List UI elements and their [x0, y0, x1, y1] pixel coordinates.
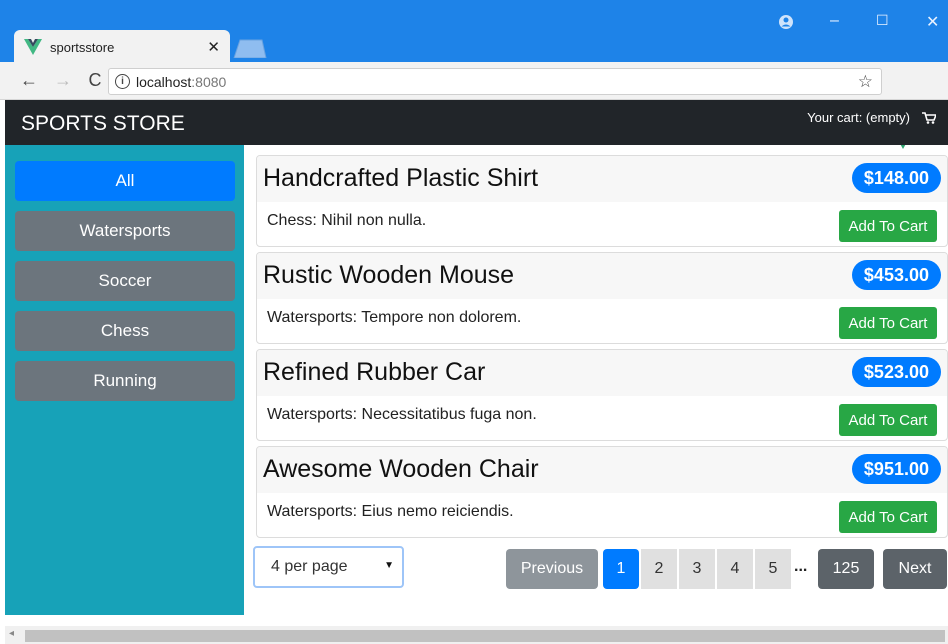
- product-name: Awesome Wooden Chair: [263, 455, 539, 483]
- tab-title: sportsstore: [50, 39, 115, 55]
- scroll-left-arrow-icon[interactable]: ◂: [9, 628, 14, 639]
- forward-arrow-icon[interactable]: →: [50, 70, 76, 91]
- browser-titlebar: sportsstore ✕ – ☐ ✕: [0, 0, 948, 64]
- product-description: Chess: Nihil non nulla.: [267, 212, 427, 229]
- page-button-5[interactable]: 5: [755, 549, 791, 589]
- reload-icon[interactable]: C: [82, 70, 108, 91]
- app-navbar: SPORTS STORE Your cart: (empty): [5, 100, 948, 145]
- category-button-soccer[interactable]: Soccer: [15, 261, 235, 301]
- add-to-cart-button[interactable]: Add To Cart: [839, 404, 937, 436]
- maximize-button[interactable]: ☐: [876, 12, 889, 29]
- cart-summary[interactable]: Your cart: (empty): [807, 110, 936, 125]
- brand-title: SPORTS STORE: [21, 112, 185, 135]
- horizontal-scrollbar[interactable]: ◂: [5, 626, 948, 644]
- page-size-select[interactable]: 4 per page ▼: [253, 546, 404, 588]
- price-badge: $523.00: [851, 357, 941, 387]
- product-name: Handcrafted Plastic Shirt: [263, 164, 539, 192]
- price-badge: $951.00: [851, 454, 941, 484]
- bookmark-star-icon[interactable]: ☆: [858, 72, 873, 92]
- new-tab-button[interactable]: [232, 38, 268, 58]
- minimize-button[interactable]: –: [830, 12, 839, 30]
- product-name: Refined Rubber Car: [263, 358, 486, 386]
- close-window-button[interactable]: ✕: [926, 12, 939, 32]
- product-card: Refined Rubber Car $523.00 Watersports: …: [256, 349, 948, 441]
- product-card: Handcrafted Plastic Shirt $148.00 Chess:…: [256, 155, 948, 247]
- vue-logo-icon: [24, 39, 42, 55]
- cart-status-text: Your cart: (empty): [807, 110, 910, 125]
- url-host: localhost: [136, 73, 192, 90]
- category-button-chess[interactable]: Chess: [15, 311, 235, 351]
- add-to-cart-button[interactable]: Add To Cart: [839, 210, 937, 242]
- category-sidebar: All Watersports Soccer Chess Running: [5, 145, 244, 615]
- next-page-button[interactable]: Next: [883, 549, 947, 589]
- product-description: Watersports: Tempore non dolorem.: [267, 309, 522, 326]
- price-badge: $148.00: [851, 163, 941, 193]
- profile-icon[interactable]: [778, 14, 794, 30]
- tab-close-icon[interactable]: ✕: [207, 38, 220, 56]
- caret-down-icon: ▼: [384, 560, 394, 571]
- page-button-1[interactable]: 1: [603, 549, 639, 589]
- category-button-watersports[interactable]: Watersports: [15, 211, 235, 251]
- page-button-2[interactable]: 2: [641, 549, 677, 589]
- info-icon[interactable]: i: [115, 74, 130, 89]
- previous-page-button[interactable]: Previous: [506, 549, 598, 589]
- page-button-4[interactable]: 4: [717, 549, 753, 589]
- product-name: Rustic Wooden Mouse: [263, 261, 515, 289]
- browser-tab[interactable]: sportsstore ✕: [14, 30, 230, 64]
- category-button-running[interactable]: Running: [15, 361, 235, 401]
- page-button-3[interactable]: 3: [679, 549, 715, 589]
- url-input[interactable]: i localhost :8080 ☆: [108, 68, 882, 95]
- add-to-cart-button[interactable]: Add To Cart: [839, 307, 937, 339]
- shopping-cart-icon: [922, 111, 936, 124]
- url-port: :8080: [191, 73, 227, 90]
- back-arrow-icon[interactable]: ←: [16, 70, 42, 91]
- page-size-value: 4 per page: [271, 558, 348, 575]
- product-description: Watersports: Eius nemo reiciendis.: [267, 503, 514, 520]
- address-bar: ← → C i localhost :8080 ☆ ⋮: [0, 62, 948, 149]
- product-card: Awesome Wooden Chair $951.00 Watersports…: [256, 446, 948, 538]
- page-button-125[interactable]: 125: [818, 549, 874, 589]
- product-description: Watersports: Necessitatibus fuga non.: [267, 406, 537, 423]
- pagination-ellipsis: ...: [794, 558, 808, 575]
- product-card: Rustic Wooden Mouse $453.00 Watersports:…: [256, 252, 948, 344]
- price-badge: $453.00: [851, 260, 941, 290]
- category-button-all[interactable]: All: [15, 161, 235, 201]
- scrollbar-thumb[interactable]: [25, 630, 945, 642]
- add-to-cart-button[interactable]: Add To Cart: [839, 501, 937, 533]
